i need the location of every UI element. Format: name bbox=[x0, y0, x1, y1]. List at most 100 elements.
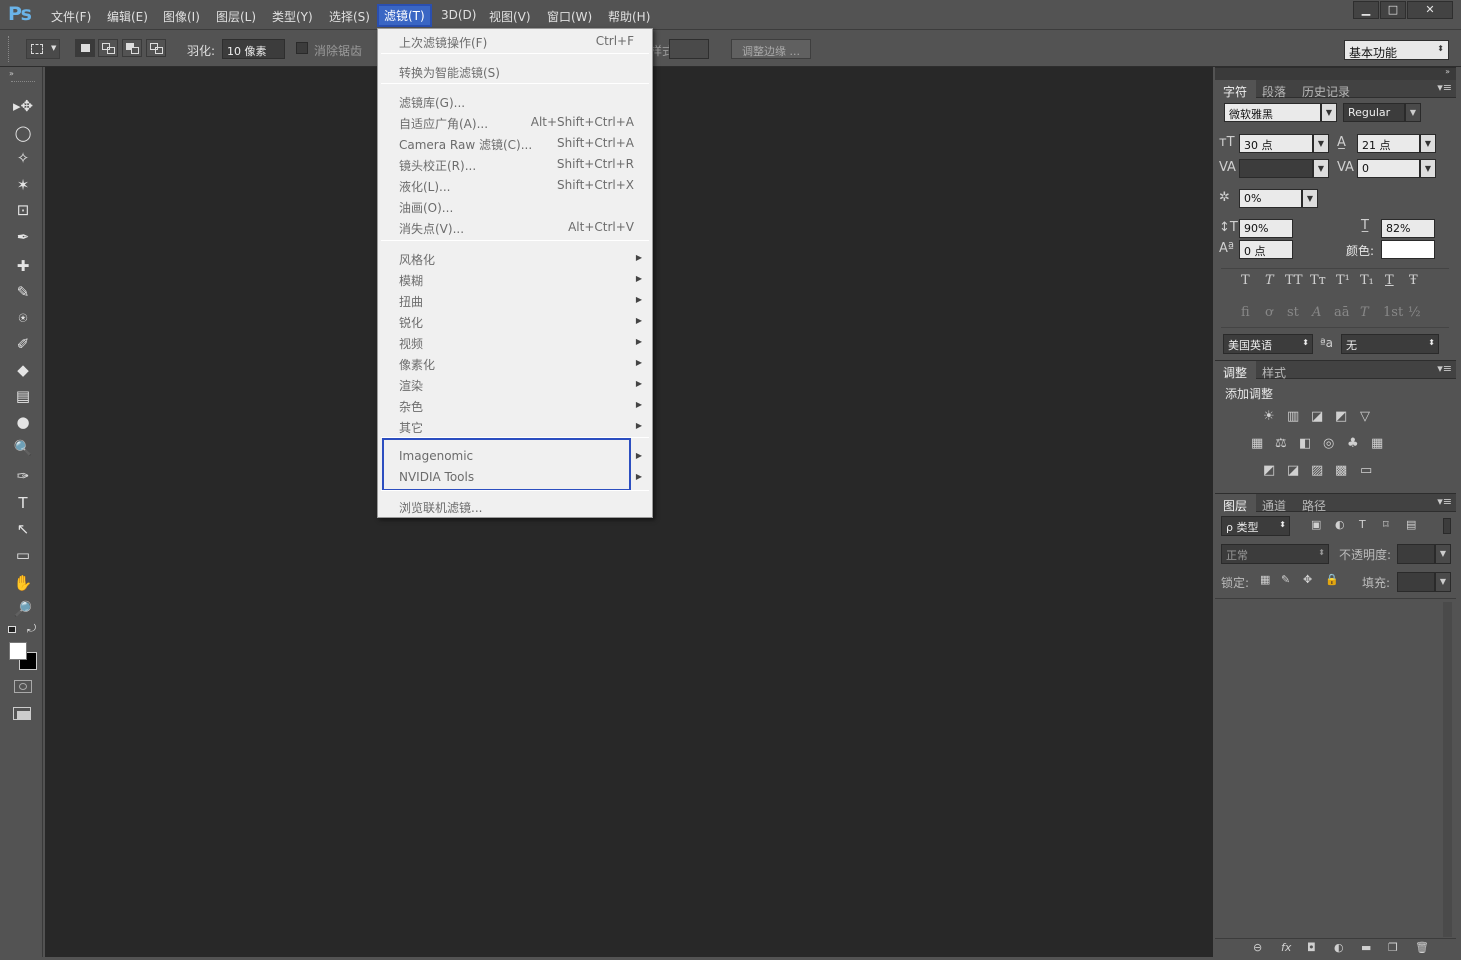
menu-help[interactable]: 帮助(H) bbox=[608, 8, 650, 25]
gradient-map-icon[interactable]: ▭ bbox=[1360, 463, 1372, 478]
layers-list[interactable] bbox=[1215, 598, 1456, 938]
refine-edge-button[interactable]: 调整边缘 ... bbox=[731, 39, 811, 59]
panel-menu-icon[interactable]: ▾≡ bbox=[1437, 81, 1452, 94]
antialias-select[interactable]: 无 ⬍ bbox=[1341, 334, 1439, 354]
browse-online-filters-item[interactable]: 浏览联机滤镜... bbox=[399, 499, 482, 516]
tab-paths[interactable]: 路径 bbox=[1302, 497, 1326, 514]
eyedropper-tool-icon[interactable]: ✒ bbox=[11, 226, 35, 248]
small-caps-icon[interactable]: Tт bbox=[1310, 273, 1326, 288]
channel-mixer-icon[interactable]: ♣ bbox=[1347, 436, 1359, 451]
ligatures-icon[interactable]: ﬁ bbox=[1241, 305, 1250, 320]
pixelate-submenu-item[interactable]: 像素化 bbox=[399, 356, 435, 373]
default-colors-icon[interactable] bbox=[8, 626, 16, 633]
antialias-checkbox[interactable] bbox=[296, 42, 308, 54]
zoom-tool-icon[interactable]: 🔎 bbox=[11, 598, 35, 620]
photo-filter-icon[interactable]: ◎ bbox=[1323, 436, 1334, 451]
feather-input[interactable]: 10 像素 bbox=[222, 39, 285, 59]
history-brush-tool-icon[interactable]: ✐ bbox=[11, 333, 35, 355]
menu-view[interactable]: 视图(V) bbox=[489, 8, 531, 25]
discretionary-ligatures-icon[interactable]: ơ bbox=[1265, 305, 1273, 320]
maximize-button[interactable]: □ bbox=[1380, 1, 1406, 19]
other-submenu-item[interactable]: 其它 bbox=[399, 419, 423, 436]
threshold-icon[interactable]: ▨ bbox=[1311, 463, 1323, 478]
menu-layer[interactable]: 图层(L) bbox=[216, 8, 256, 25]
font-family-dropdown-icon[interactable]: ▼ bbox=[1321, 103, 1337, 122]
pixel-filter-icon[interactable]: ▣ bbox=[1311, 518, 1321, 531]
menu-image[interactable]: 图像(I) bbox=[163, 8, 200, 25]
color-lookup-icon[interactable]: ▦ bbox=[1371, 436, 1383, 451]
tsume-dropdown-icon[interactable]: ▼ bbox=[1302, 189, 1318, 208]
crop-tool-icon[interactable]: ⊡ bbox=[11, 199, 35, 221]
kerning-field[interactable] bbox=[1239, 159, 1313, 178]
eraser-tool-icon[interactable]: ◆ bbox=[11, 359, 35, 381]
move-tool-icon[interactable]: ▸✥ bbox=[11, 95, 35, 117]
foreground-color-swatch[interactable] bbox=[9, 642, 27, 660]
ordinals-icon[interactable]: 1st bbox=[1383, 305, 1403, 320]
hand-tool-icon[interactable]: ✋ bbox=[11, 572, 35, 594]
new-adjustment-layer-icon[interactable]: ◐ bbox=[1334, 941, 1344, 954]
tsume-field[interactable]: 0% bbox=[1239, 189, 1302, 208]
fill-field[interactable] bbox=[1397, 572, 1435, 592]
stylistic-alternates-icon[interactable]: aā bbox=[1334, 305, 1350, 320]
ellipse-marquee-tool-icon[interactable]: ◯ bbox=[11, 122, 35, 144]
tab-adjustments[interactable]: 调整 bbox=[1223, 364, 1247, 381]
curves-icon[interactable]: ◪ bbox=[1311, 409, 1323, 424]
link-layers-icon[interactable]: ⊖ bbox=[1253, 941, 1262, 954]
tab-paragraph[interactable]: 段落 bbox=[1262, 83, 1286, 100]
render-submenu-item[interactable]: 渲染 bbox=[399, 377, 423, 394]
dodge-tool-icon[interactable]: 🔍 bbox=[11, 437, 35, 459]
tab-channels[interactable]: 通道 bbox=[1262, 497, 1286, 514]
baseline-shift-field[interactable]: 0 点 bbox=[1239, 240, 1293, 259]
lock-transparent-icon[interactable]: ▦ bbox=[1260, 573, 1270, 586]
kerning-dropdown-icon[interactable]: ▼ bbox=[1313, 159, 1329, 178]
lock-position-icon[interactable]: ✥ bbox=[1303, 573, 1312, 586]
tracking-dropdown-icon[interactable]: ▼ bbox=[1420, 159, 1436, 178]
delete-layer-icon[interactable]: 🗑 bbox=[1415, 941, 1429, 954]
type-filter-icon[interactable]: T bbox=[1359, 518, 1366, 531]
brush-tool-icon[interactable]: ✎ bbox=[11, 281, 35, 303]
old-style-icon[interactable]: st bbox=[1287, 305, 1299, 320]
tab-styles[interactable]: 样式 bbox=[1262, 364, 1286, 381]
tracking-field[interactable]: 0 bbox=[1357, 159, 1420, 178]
strikethrough-icon[interactable]: Ŧ bbox=[1409, 273, 1418, 288]
lasso-tool-icon[interactable]: ✧ bbox=[11, 147, 35, 169]
language-select[interactable]: 美国英语 ⬍ bbox=[1223, 334, 1313, 354]
pen-tool-icon[interactable]: ✑ bbox=[11, 465, 35, 487]
layers-scrollbar[interactable] bbox=[1443, 602, 1452, 937]
video-submenu-item[interactable]: 视频 bbox=[399, 335, 423, 352]
tab-history[interactable]: 历史记录 bbox=[1302, 83, 1350, 100]
workspace-select[interactable]: 基本功能 ⬍ bbox=[1344, 40, 1449, 60]
quick-mask-icon[interactable] bbox=[14, 680, 32, 693]
distort-submenu-item[interactable]: 扭曲 bbox=[399, 293, 423, 310]
adjustment-filter-icon[interactable]: ◐ bbox=[1335, 518, 1345, 531]
vertical-scale-field[interactable]: 90% bbox=[1239, 219, 1293, 238]
exposure-icon[interactable]: ◩ bbox=[1335, 409, 1347, 424]
color-balance-icon[interactable]: ⚖ bbox=[1275, 436, 1287, 451]
opacity-dropdown-icon[interactable]: ▼ bbox=[1435, 544, 1451, 564]
stylize-submenu-item[interactable]: 风格化 bbox=[399, 251, 435, 268]
font-style-dropdown-icon[interactable]: ▼ bbox=[1405, 103, 1421, 122]
levels-icon[interactable]: ▥ bbox=[1287, 409, 1299, 424]
menu-type[interactable]: 类型(Y) bbox=[272, 8, 313, 25]
convert-smart-filter-item[interactable]: 转换为智能滤镜(S) bbox=[399, 64, 500, 81]
adaptive-wide-angle-item[interactable]: 自适应广角(A)... bbox=[399, 115, 488, 132]
font-style-field[interactable]: Regular bbox=[1343, 103, 1405, 122]
all-caps-icon[interactable]: TT bbox=[1285, 273, 1303, 288]
menu-filter[interactable]: 滤镜(T) bbox=[377, 4, 432, 27]
fractions-icon[interactable]: ½ bbox=[1408, 305, 1421, 320]
black-white-icon[interactable]: ◧ bbox=[1299, 436, 1311, 451]
path-selection-tool-icon[interactable]: ↖ bbox=[11, 518, 35, 540]
camera-raw-filter-item[interactable]: Camera Raw 滤镜(C)... bbox=[399, 136, 532, 153]
liquify-item[interactable]: 液化(L)... bbox=[399, 178, 451, 195]
new-selection-button[interactable] bbox=[75, 39, 95, 57]
oil-paint-item[interactable]: 油画(O)... bbox=[399, 199, 453, 216]
horizontal-scale-field[interactable]: 82% bbox=[1381, 219, 1435, 238]
minimize-button[interactable]: ▁ bbox=[1353, 1, 1379, 19]
layer-mask-icon[interactable]: ◘ bbox=[1307, 941, 1316, 954]
invert-icon[interactable]: ◩ bbox=[1263, 463, 1275, 478]
healing-brush-tool-icon[interactable]: ✚ bbox=[11, 255, 35, 277]
gradient-tool-icon[interactable]: ▤ bbox=[11, 385, 35, 407]
height-input[interactable] bbox=[669, 39, 709, 59]
filter-toggle[interactable] bbox=[1443, 518, 1451, 534]
titling-alternates-icon[interactable]: T bbox=[1360, 305, 1369, 320]
